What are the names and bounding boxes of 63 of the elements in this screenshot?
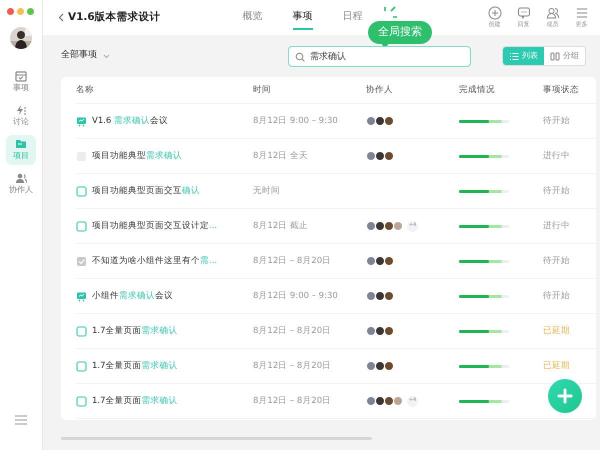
status-label: 待开始 xyxy=(543,184,571,198)
task-name[interactable]: 1.7全量页面需求确认 xyxy=(92,324,178,338)
people-icon xyxy=(15,172,27,184)
checkbox[interactable] xyxy=(76,396,87,406)
meeting-icon xyxy=(76,116,87,126)
tab[interactable]: 概览 xyxy=(242,9,263,30)
table-cell-text: 8月12日 – 8月20日 xyxy=(253,324,332,338)
column-header: 协作人 xyxy=(366,84,394,96)
task-name[interactable]: 1.7全量页面需求确认 xyxy=(92,360,178,372)
table-cell-text: 8月12日 9:00 – 9:30 xyxy=(253,290,339,302)
table-cell-text: 8月12日 9:00 – 9:30 xyxy=(253,114,339,128)
list-icon xyxy=(509,52,519,60)
task-name[interactable]: 项目功能典型页面交互确认 xyxy=(92,184,200,198)
tooltip: 全局搜索 xyxy=(368,21,432,44)
caret-icon xyxy=(103,54,110,58)
task-name[interactable]: 项目功能典型页面交互设计定... xyxy=(92,220,218,232)
view-toggle-button[interactable]: 分组 xyxy=(544,47,585,65)
checkbox[interactable] xyxy=(76,220,87,232)
menu-icon xyxy=(574,6,588,20)
meeting-icon xyxy=(76,290,87,302)
status-label: 已延期 xyxy=(543,360,571,372)
checkbox[interactable] xyxy=(76,326,87,336)
people-icon xyxy=(546,6,560,20)
status-label: 待开始 xyxy=(543,254,571,268)
task-name[interactable]: 1.7全量页面需求确认 xyxy=(92,394,178,408)
search-icon xyxy=(295,52,305,62)
table-cell-text: 8月12日 全天 xyxy=(253,150,309,162)
chat-icon xyxy=(516,6,530,20)
column-header: 完成情况 xyxy=(459,84,496,96)
status-label: 待开始 xyxy=(543,290,571,302)
table-cell-text: 8月12日 截止 xyxy=(253,220,309,232)
status-label: 待开始 xyxy=(543,114,571,128)
column-header: 事项状态 xyxy=(543,84,580,96)
columns-icon xyxy=(550,52,560,60)
column-header: 时间 xyxy=(253,84,272,96)
tab[interactable]: 事项 xyxy=(292,9,313,30)
filter-dropdown[interactable]: 全部事项 xyxy=(61,49,110,63)
checkbox[interactable] xyxy=(76,186,87,196)
status-label: 进行中 xyxy=(543,220,571,232)
search-field[interactable]: 需求确认 xyxy=(288,46,471,66)
tab[interactable]: 日程 xyxy=(342,9,363,30)
table-cell-text: 8月12日 – 8月20日 xyxy=(253,254,332,268)
sparkle-icon xyxy=(382,6,398,20)
table-cell-text: 8月12日 – 8月20日 xyxy=(253,360,332,372)
sidebar-item[interactable]: 讨论 xyxy=(6,101,36,131)
status-label: 进行中 xyxy=(543,150,571,162)
back-icon[interactable] xyxy=(58,12,64,22)
sidebar-item[interactable]: 事项 xyxy=(6,67,36,97)
task-name[interactable]: V1.6 需求确认会议 xyxy=(92,114,168,128)
window-title: V1.6版本需求设计 xyxy=(68,10,161,25)
table-cell-text: 无时间 xyxy=(253,184,281,198)
lightning-icon xyxy=(15,104,27,116)
sidebar-item[interactable]: 协作人 xyxy=(6,169,36,199)
status-label: 已延期 xyxy=(543,324,571,338)
calendar-icon xyxy=(15,70,27,82)
folder-icon xyxy=(15,138,27,150)
plus-icon xyxy=(557,388,573,404)
plus-icon xyxy=(488,6,502,20)
task-name[interactable]: 小组件需求确认会议 xyxy=(92,290,173,302)
column-header: 名称 xyxy=(76,84,95,96)
menu-icon[interactable] xyxy=(14,414,28,426)
table-cell-text: 8月12日 – 8月20日 xyxy=(253,394,332,408)
checkbox[interactable] xyxy=(76,360,87,372)
